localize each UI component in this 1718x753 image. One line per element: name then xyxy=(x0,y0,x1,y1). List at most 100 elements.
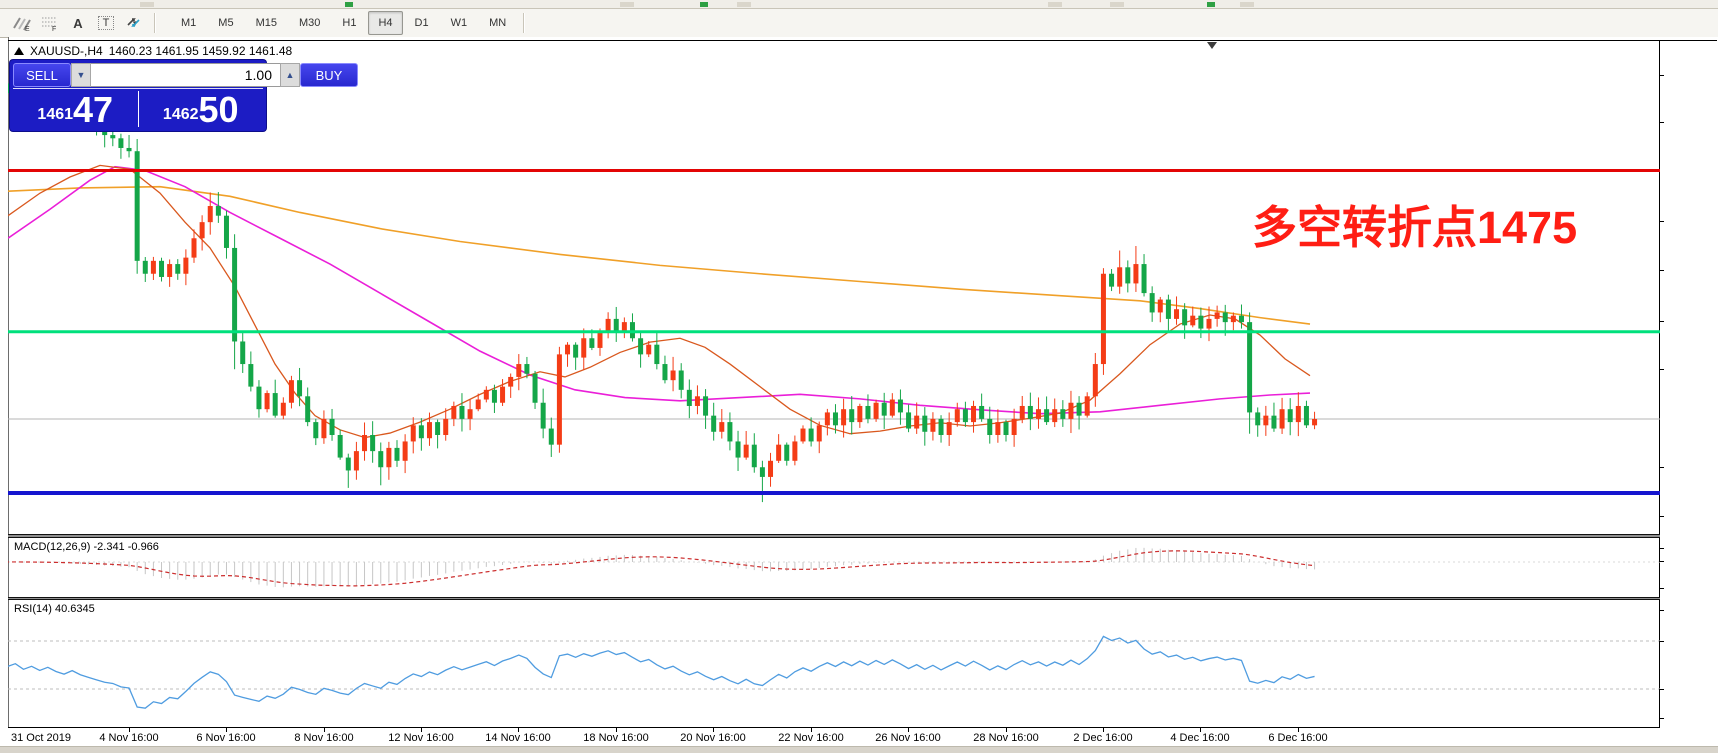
candle-body xyxy=(1101,274,1106,364)
panel-separator[interactable] xyxy=(8,534,1660,538)
buy-button[interactable]: BUY xyxy=(300,63,358,87)
toolbar-remnant xyxy=(620,2,634,7)
candle-body xyxy=(792,441,797,460)
candle-body xyxy=(338,435,343,458)
timeframe-h4[interactable]: H4 xyxy=(368,11,402,35)
candle-body xyxy=(841,409,846,425)
toolbar-remnant xyxy=(140,2,154,7)
panel-separator[interactable] xyxy=(8,597,1660,600)
candle-body xyxy=(606,319,611,332)
indicators-icon[interactable]: E xyxy=(10,11,34,35)
axis-tick xyxy=(1659,689,1664,690)
macd-signal-line xyxy=(8,551,1315,586)
chart-shift-marker[interactable] xyxy=(1207,42,1217,49)
candle-body xyxy=(882,403,887,416)
date-label: 2 Dec 16:00 xyxy=(1073,732,1132,744)
buy-price[interactable]: 1462 50 xyxy=(139,89,264,129)
candle-body xyxy=(598,332,603,348)
timeframe-w1[interactable]: W1 xyxy=(441,11,478,35)
candle-body xyxy=(914,416,919,429)
candle-body xyxy=(711,416,716,432)
candle-body xyxy=(1068,403,1073,419)
date-label: 4 Dec 16:00 xyxy=(1170,732,1229,744)
candle-body xyxy=(435,422,440,435)
date-label: 4 Nov 16:00 xyxy=(99,732,158,744)
candle-body xyxy=(849,409,854,422)
timeframe-m30[interactable]: M30 xyxy=(289,11,330,35)
axis-tick xyxy=(1659,548,1664,549)
candle-body xyxy=(1215,312,1220,318)
textbox-tool-icon[interactable]: T xyxy=(94,11,118,35)
volume-input[interactable] xyxy=(91,63,280,87)
candle-body xyxy=(630,322,635,338)
candle-body xyxy=(646,345,651,355)
svg-text:F: F xyxy=(52,26,56,32)
grid-icon[interactable]: F xyxy=(38,11,62,35)
candle-body xyxy=(541,403,546,429)
candle-body xyxy=(208,206,213,222)
candle-body xyxy=(305,396,310,422)
price-scale[interactable]: 1514.651507.001500.001492.001484.351476.… xyxy=(1660,40,1718,727)
candle-body xyxy=(492,390,497,403)
candle-body xyxy=(411,425,416,441)
timeframe-m1[interactable]: M1 xyxy=(171,11,206,35)
candle-body xyxy=(987,419,992,435)
timeframe-h1[interactable]: H1 xyxy=(332,11,366,35)
timeframe-mn[interactable]: MN xyxy=(479,11,516,35)
candle-body xyxy=(784,445,789,461)
textbox-glyph: T xyxy=(98,16,115,30)
candle-body xyxy=(346,458,351,471)
symbol-collapse-icon[interactable] xyxy=(14,47,24,55)
toolbar-remnant-green xyxy=(700,2,708,7)
candle-body xyxy=(200,222,205,238)
candle-body xyxy=(549,429,554,445)
macd-values: -2.341 -0.966 xyxy=(93,541,158,553)
sell-button[interactable]: SELL xyxy=(13,63,71,87)
candle-body xyxy=(1190,316,1195,326)
time-scale[interactable]: 31 Oct 20194 Nov 16:006 Nov 16:008 Nov 1… xyxy=(8,728,1660,748)
timeframe-d1[interactable]: D1 xyxy=(405,11,439,35)
candle-body xyxy=(1150,293,1155,312)
grid-icon-svg: F xyxy=(40,14,60,32)
candle-body xyxy=(1288,409,1293,422)
candle-body xyxy=(403,441,408,460)
axis-tick xyxy=(1659,270,1664,271)
candle-body xyxy=(939,419,944,435)
rsi-panel[interactable] xyxy=(8,600,1660,727)
axis-tick xyxy=(1659,122,1664,123)
volume-increase-button[interactable]: ▲ xyxy=(280,63,300,87)
candle-body xyxy=(947,422,952,435)
candle-body xyxy=(736,441,741,457)
macd-panel[interactable] xyxy=(8,538,1660,597)
date-label: 8 Nov 16:00 xyxy=(294,732,353,744)
timeframe-m5[interactable]: M5 xyxy=(208,11,243,35)
sell-price[interactable]: 1461 47 xyxy=(13,89,138,129)
axis-tick xyxy=(1659,516,1664,517)
candle-body xyxy=(1036,409,1041,419)
date-label: 18 Nov 16:00 xyxy=(583,732,648,744)
candle-body xyxy=(419,425,424,438)
volume-decrease-button[interactable]: ▼ xyxy=(71,63,91,87)
candle-body xyxy=(443,419,448,435)
timeframe-m15[interactable]: M15 xyxy=(246,11,287,35)
date-label: 14 Nov 16:00 xyxy=(485,732,550,744)
candle-body xyxy=(143,261,148,274)
candle-body xyxy=(1028,406,1033,419)
toolbar-remnant-green xyxy=(345,2,353,7)
candle-body xyxy=(533,374,538,403)
axis-tick xyxy=(1659,75,1664,76)
candle-body xyxy=(1231,316,1236,322)
candle-body xyxy=(216,206,221,216)
axis-tick xyxy=(1659,321,1664,322)
candle-body xyxy=(281,403,286,416)
candle-body xyxy=(817,425,822,441)
candle-body xyxy=(183,258,188,274)
candle-body xyxy=(427,422,432,438)
cursor-tools-icon[interactable]: ▾ xyxy=(122,11,146,35)
chart-annotation-text[interactable]: 多空转折点1475 xyxy=(1252,191,1577,256)
candle-body xyxy=(865,406,870,419)
label-tool-icon[interactable]: A xyxy=(66,11,90,35)
axis-tick xyxy=(1659,369,1664,370)
candle-body xyxy=(565,345,570,355)
candle-body xyxy=(573,345,578,358)
